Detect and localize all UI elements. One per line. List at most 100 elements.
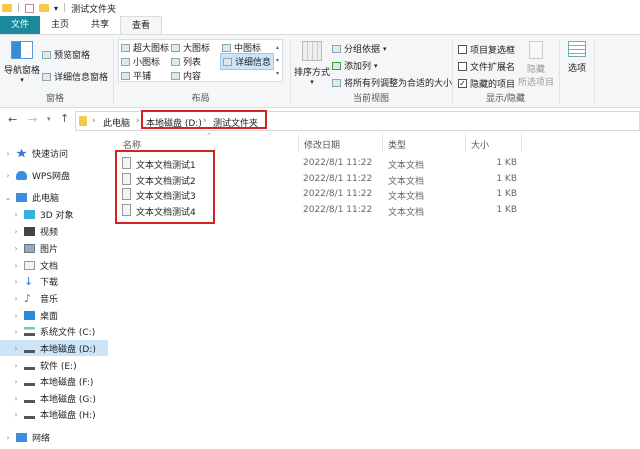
tab-home[interactable]: 主页 [40,16,80,34]
column-divider[interactable] [521,134,522,152]
tab-file[interactable]: 文件 [0,16,41,34]
drive-icon [24,377,35,386]
layout-content[interactable]: 内容 [171,69,201,82]
sidebar-item-desktop[interactable]: › 桌面 [0,307,108,323]
sidebar-item-drive-g[interactable]: › 本地磁盘 (G:) [0,390,108,406]
sidebar-item-quick-access[interactable]: › 快速访问 [0,145,108,161]
drive-icon [24,394,35,403]
file-extensions-toggle[interactable]: 文件扩展名 [458,60,515,73]
details-pane-button[interactable]: 详细信息窗格 [42,70,108,83]
group-by-icon [332,44,341,53]
column-divider[interactable] [298,134,299,152]
file-date: 2022/8/1 11:22 [303,174,373,184]
tiles-icon [121,71,130,80]
properties-icon[interactable] [25,3,35,13]
3d-objects-icon [24,209,35,219]
sidebar-item-documents[interactable]: › 文档 [0,257,108,273]
highlight-box-address [141,110,267,129]
layout-small-icons[interactable]: 小图标 [121,55,160,68]
column-header-type[interactable]: 类型 [388,138,406,151]
sidebar-item-drive-f[interactable]: › 本地磁盘 (F:) [0,373,108,389]
sidebar-item-network[interactable]: › 网络 [0,429,108,445]
back-button[interactable]: ← [8,113,17,126]
add-columns-button[interactable]: 添加列 ▾ [332,59,378,72]
sidebar-item-videos[interactable]: › 视频 [0,223,108,239]
options-label: 选项 [567,64,586,74]
size-columns-label: 将所有列调整为合适的大小 [344,79,453,89]
column-header-date[interactable]: 修改日期 [304,138,340,151]
gallery-scroll[interactable]: ▴ ▾ ▾ [276,41,279,80]
folder-icon [79,116,87,126]
checkbox[interactable] [458,62,467,71]
size-columns-icon [332,78,341,87]
sidebar-item-drive-e[interactable]: › 软件 (E:) [0,357,108,373]
layout-label: 列表 [183,58,202,68]
hidden-items-toggle[interactable]: ✓ 隐藏的项目 [458,77,515,90]
drive-icon [24,361,35,370]
network-icon [16,432,27,442]
file-date: 2022/8/1 11:22 [303,205,373,215]
details-pane-label: 详细信息窗格 [54,73,109,83]
folder-icon [2,4,12,12]
ribbon: 导航窗格 ▾ 预览窗格 详细信息窗格 窗格 超大图标 大图标 中图标 小图标 列表… [0,34,640,108]
tab-share[interactable]: 共享 [80,16,120,34]
sidebar-item-music[interactable]: › ♪ 音乐 [0,290,108,306]
sidebar-item-this-pc[interactable]: ⌄ 此电脑 [0,189,108,205]
group-by-button[interactable]: 分组依据 ▾ [332,42,387,55]
file-date: 2022/8/1 11:22 [303,189,373,199]
tab-view[interactable]: 查看 [120,16,163,34]
item-checkboxes-toggle[interactable]: 项目复选框 [458,43,515,56]
file-size: 1 KB [496,205,517,215]
sidebar-label: 视频 [40,227,59,238]
customize-qat-icon[interactable]: ▾ [54,4,58,13]
sort-icon [302,41,322,61]
group-label-show-hide: 显示/隐藏 [485,94,526,104]
sidebar-label: 本地磁盘 (F:) [40,377,94,388]
sidebar-label: 本地磁盘 (G:) [40,394,96,405]
group-by-label: 分组依据 [344,45,381,55]
preview-pane-label: 预览窗格 [54,51,91,61]
column-header-size[interactable]: 大小 [471,138,489,151]
new-folder-icon[interactable] [39,4,50,12]
sidebar-label: 本地磁盘 (H:) [40,410,96,421]
preview-pane-icon [42,50,51,59]
layout-large-icons[interactable]: 大图标 [171,41,210,54]
group-label-layout: 布局 [191,94,210,104]
sidebar-label: 本地磁盘 (D:) [40,344,96,355]
sidebar-item-drive-h[interactable]: › 本地磁盘 (H:) [0,406,108,422]
preview-pane-button[interactable]: 预览窗格 [42,48,90,61]
sidebar-item-drive-c[interactable]: › 系统文件 (C:) [0,323,108,339]
sidebar-item-pictures[interactable]: › 图片 [0,240,108,256]
checkbox-checked[interactable]: ✓ [458,79,467,88]
options-button[interactable]: 选项 [562,41,592,74]
group-label-panes: 窗格 [45,94,64,104]
layout-list[interactable]: 列表 [171,55,201,68]
layout-extra-large-icons[interactable]: 超大图标 [121,41,169,54]
title-bar: | ▾ | 测试文件夹 [0,0,640,16]
breadcrumb-separator: › [136,116,140,126]
forward-button[interactable]: → [28,113,37,126]
breadcrumb-this-pc[interactable]: 此电脑 [103,116,130,129]
sidebar-label: 此电脑 [32,193,60,204]
computer-icon [16,192,27,202]
sidebar-item-wps-cloud[interactable]: › WPS网盘 [0,167,108,183]
column-divider[interactable] [465,134,466,152]
sort-by-button[interactable]: 排序方式 ▾ [293,41,331,86]
up-button[interactable]: ↑ [60,112,69,125]
desktop-icon [24,310,35,320]
sidebar-item-3d-objects[interactable]: › 3D 对象 [0,206,108,222]
size-columns-to-fit-button[interactable]: 将所有列调整为合适的大小 [332,76,452,89]
checkbox[interactable] [458,45,467,54]
sidebar-label: 3D 对象 [40,210,74,221]
layout-details[interactable]: 详细信息 [220,53,275,70]
column-divider[interactable] [382,134,383,152]
sidebar-item-drive-d[interactable]: › 本地磁盘 (D:) [0,340,108,356]
recent-locations-button[interactable]: ▾ [47,115,51,123]
add-columns-icon [332,61,341,70]
nav-pane-button[interactable]: 导航窗格 ▾ [4,41,40,84]
file-type: 文本文档 [388,192,425,202]
layout-tiles[interactable]: 平铺 [121,69,151,82]
hide-selected-button[interactable]: 隐藏 所选项目 [516,41,556,88]
sidebar-item-downloads[interactable]: › ↓ 下载 [0,273,108,289]
list-icon [171,57,180,66]
